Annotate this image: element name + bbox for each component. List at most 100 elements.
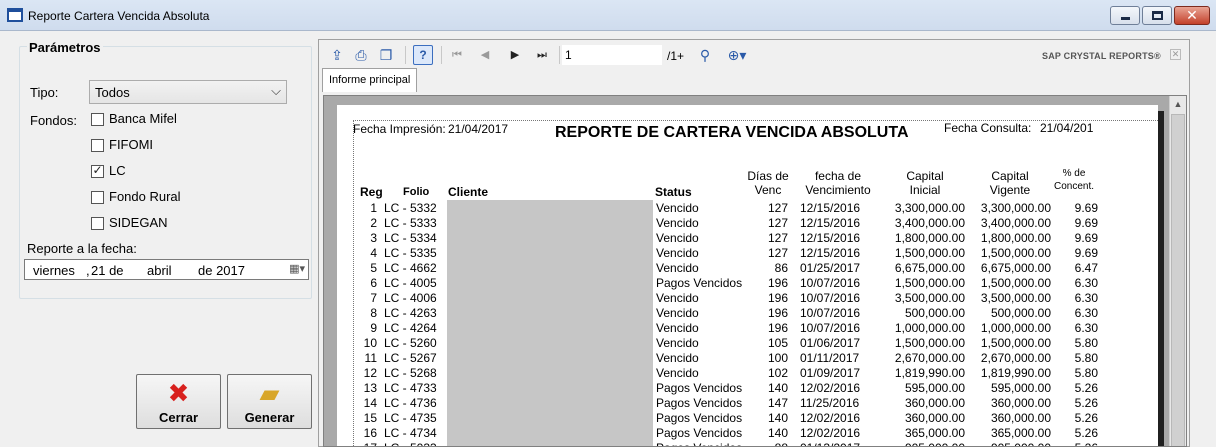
table-row: 9 LC - 4264 Vencido 196 10/07/2016 1,000,000.… [337,321,1158,336]
tipo-label: Tipo: [30,85,59,100]
fondo-checkbox[interactable] [91,113,104,126]
app-icon [7,8,23,22]
zoom-icon[interactable]: ⊕▾ [723,45,751,65]
tab-informe-principal[interactable]: Informe principal [322,68,418,92]
cerrar-button[interactable]: ✖ Cerrar [136,374,221,429]
scrollbar-thumb[interactable] [1171,114,1185,446]
cell-capital-vigente: 1,800,000.00 [980,231,1051,245]
maximize-button[interactable] [1142,6,1172,25]
cell-capital-vigente: 3,400,000.00 [980,216,1051,230]
cell-status: Pagos Vencidos [656,426,742,440]
cell-capital-vigente: 3,300,000.00 [980,201,1051,215]
next-page-icon[interactable]: ▶ [505,45,525,65]
minimize-button[interactable] [1110,6,1140,25]
cell-capital-inicial: 1,500,000.00 [894,246,965,260]
cell-fecha: 12/15/2016 [800,216,861,230]
cell-fecha: 12/15/2016 [800,231,861,245]
cell-folio: LC - 4733 [384,381,437,395]
page-number-input[interactable] [562,45,662,65]
viewer-close-icon[interactable]: ✕ [1170,49,1181,60]
close-x-icon: ✖ [167,378,190,408]
last-page-icon[interactable]: ⏭ [532,45,552,65]
help-icon[interactable]: ? [413,45,433,65]
tipo-select-value: Todos [95,85,130,100]
fondo-checkbox[interactable] [91,139,104,152]
date-year: de 2017 [198,263,245,278]
header-dias-1: Días de [747,169,789,183]
fondo-checkbox[interactable] [91,217,104,230]
header-capini-2: Inicial [909,183,941,197]
report-canvas: Fecha Impresión: 21/04/2017 Fecha Consul… [323,95,1187,447]
cell-fecha: 01/13/2017 [800,441,860,446]
cell-folio: LC - 5268 [384,366,437,380]
first-page-icon[interactable]: ⏮ [447,45,467,65]
report-viewer: ⇪ ⎙ ❐ ? ⏮ ◀ ▶ ⏭ /1+ ⚲ ⊕▾ SAP CRYSTAL REP… [318,39,1190,447]
cell-capital-vigente: 1,500,000.00 [980,246,1051,260]
export-icon[interactable]: ⇪ [327,45,347,65]
cell-capital-vigente: 1,000,000.00 [980,321,1051,335]
cell-reg: 16 [363,426,377,440]
header-cliente: Cliente [448,185,489,199]
binoculars-icon[interactable]: ⚲ [695,45,715,65]
generar-button[interactable]: ▰ Generar [227,374,312,429]
fondo-checkbox[interactable] [91,191,104,204]
cell-dias: 102 [767,366,788,380]
header-reg: Reg [360,185,383,199]
table-row: 1 LC - 5332 Vencido 127 12/15/2016 3,300,000.… [337,201,1158,216]
cell-concentracion: 9.69 [1074,231,1098,245]
header-pct-2: Concent. [1053,181,1095,192]
cerrar-label: Cerrar [158,410,199,425]
cell-folio: LC - 4662 [384,261,437,275]
print-icon[interactable]: ⎙ [351,45,371,65]
report-date-picker[interactable]: viernes , 21 de abril de 2017 ▦▾ [24,259,309,280]
cell-dias: 196 [767,321,788,335]
cell-dias: 196 [767,291,788,305]
toolbar-separator [405,46,406,64]
header-folio: Folio [403,186,430,198]
parameters-title: Parámetros [27,40,103,55]
cell-folio: LC - 5334 [384,231,437,245]
vertical-scrollbar[interactable]: ▲ [1169,96,1186,446]
cell-fecha: 01/06/2017 [800,336,861,350]
cell-capital-inicial: 3,400,000.00 [894,216,965,230]
table-row: 10 LC - 5260 Vencido 105 01/06/2017 1,500,000… [337,336,1158,351]
cell-dias: 140 [767,381,788,395]
fondo-label: SIDEGAN [109,215,168,230]
fondo-label: Banca Mifel [109,111,177,126]
cell-dias: 140 [767,411,788,425]
toolbar-separator [441,46,442,64]
cell-concentracion: 5.80 [1074,366,1098,380]
document-folder-icon: ▰ [259,378,280,408]
close-window-button[interactable]: ✕ [1174,6,1210,25]
table-row: 13 LC - 4733 Pagos Vencidos 140 12/02/2016 59… [337,381,1158,396]
cell-folio: LC - 4006 [384,291,437,305]
previous-page-icon[interactable]: ◀ [475,45,495,65]
table-row: 6 LC - 4005 Pagos Vencidos 196 10/07/2016 1,5… [337,276,1158,291]
date-month: abril [147,263,172,278]
tipo-select[interactable]: Todos ⌵ [89,80,287,104]
header-capital-vigente: Capital Vigente [970,169,1050,197]
header-fecha: fecha de Vencimiento [796,169,880,197]
cell-reg: 4 [370,246,377,260]
cell-dias: 196 [767,306,788,320]
cell-status: Pagos Vencidos [656,441,742,446]
report-title: REPORTE DE CARTERA VENCIDA ABSOLUTA [555,124,909,141]
copy-icon[interactable]: ❐ [376,45,396,65]
generar-label: Generar [244,410,295,425]
fondo-label: Fondo Rural [109,189,181,204]
cell-reg: 17 [350,441,377,446]
cell-concentracion: 5.80 [1074,336,1098,350]
cell-concentracion: 6.30 [1074,291,1098,305]
scroll-up-icon[interactable]: ▲ [1170,96,1186,112]
cell-folio: LC - 4735 [384,411,437,425]
cell-concentracion: 9.69 [1074,246,1098,260]
fecha-label: Reporte a la fecha: [27,241,137,256]
cell-capital-inicial: 500,000.00 [904,306,965,320]
cell-capital-vigente: 365,000.00 [990,426,1051,440]
fondo-checkbox[interactable]: ✓ [91,163,104,178]
table-row: 16 LC - 4734 Pagos Vencidos 140 12/02/2016 36… [337,426,1158,441]
cell-capital-inicial: 2,670,000.00 [894,351,965,365]
cell-reg: 6 [370,276,377,290]
cell-capital-inicial: 595,000.00 [904,381,965,395]
calendar-dropdown-icon[interactable]: ▦▾ [289,262,305,275]
